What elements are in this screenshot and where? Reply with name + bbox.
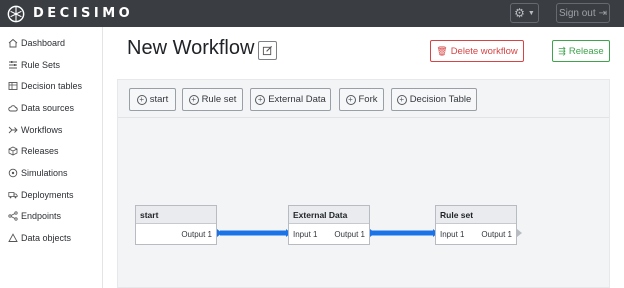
release-label: Release: [568, 45, 604, 57]
settings-dropdown-button[interactable]: ⚙ ▼: [510, 3, 539, 23]
gear-icon: ⚙: [514, 6, 525, 20]
sidebar-item-endpoints[interactable]: Endpoints: [0, 206, 102, 228]
release-icon: ⇶: [558, 45, 566, 56]
sidebar-item-label: Data objects: [21, 233, 72, 244]
sidebar-item-label: Dashboard: [21, 37, 66, 48]
sidebar-item-data-objects[interactable]: Data objects: [0, 227, 102, 249]
node-output-label: Output 1: [481, 230, 512, 239]
sidebar-item-rule-sets[interactable]: Rule Sets: [0, 54, 102, 76]
node-output-label: Output 1: [181, 230, 212, 239]
node-ports: Output 1: [136, 224, 216, 245]
node-ports: Input 1 Output 1: [289, 224, 369, 245]
sidebar-item-data-sources[interactable]: Data sources: [0, 97, 102, 119]
top-navbar: DECISIMO ⚙ ▼ Sign out ⇥: [0, 0, 624, 27]
plus-circle-icon: +: [188, 94, 199, 105]
sidebar-item-label: Releases: [21, 146, 59, 157]
edit-icon: [262, 45, 273, 56]
triangle-icon: [7, 233, 18, 244]
sidebar-item-workflows[interactable]: Workflows: [0, 119, 102, 141]
add-start-label: start: [149, 94, 169, 105]
sidebar-item-dashboard[interactable]: Dashboard: [0, 32, 102, 54]
add-external-data-button[interactable]: + External Data: [250, 88, 331, 111]
node-title: start: [136, 206, 216, 224]
sidebar-item-deployments[interactable]: Deployments: [0, 184, 102, 206]
decisimo-logo-icon: [7, 5, 25, 22]
add-rule-set-button[interactable]: + Rule set: [182, 88, 243, 111]
sidebar-item-label: Rule Sets: [21, 59, 61, 70]
delete-workflow-label: Delete workflow: [450, 45, 518, 57]
release-button[interactable]: ⇶ Release: [552, 40, 610, 62]
node-title: External Data: [289, 206, 369, 224]
add-fork-label: Fork: [358, 94, 378, 105]
trash-icon: 🗑: [436, 45, 448, 56]
sidebar-item-label: Endpoints: [21, 211, 62, 222]
ruleset-icon: [7, 59, 18, 70]
workflow-node-external-data[interactable]: External Data Input 1 Output 1: [288, 205, 370, 245]
sidebar: Dashboard Rule Sets Decision tables Data…: [0, 27, 103, 288]
sidebar-item-label: Data sources: [21, 102, 75, 113]
sidebar-item-releases[interactable]: Releases: [0, 140, 102, 162]
flow-canvas[interactable]: [118, 119, 609, 288]
node-input-label: Input 1: [440, 230, 465, 239]
node-input-label: Input 1: [293, 230, 318, 239]
workflow-editor: + start + Rule set + External Data + For…: [117, 79, 610, 288]
node-toolbar: + start + Rule set + External Data + For…: [118, 80, 609, 118]
add-fork-button[interactable]: + Fork: [339, 88, 384, 111]
workflow-node-rule-set[interactable]: Rule set Input 1 Output 1: [435, 205, 517, 245]
brand[interactable]: DECISIMO: [7, 4, 133, 23]
sign-out-label: Sign out: [558, 7, 596, 19]
workflow-icon: [7, 124, 18, 135]
plus-circle-icon: +: [396, 94, 407, 105]
plus-circle-icon: +: [255, 94, 266, 105]
node-output-label: Output 1: [334, 230, 365, 239]
cloud-icon: [7, 102, 18, 113]
sign-out-icon: ⇥: [598, 7, 608, 19]
box-icon: [7, 146, 18, 157]
sidebar-item-label: Decision tables: [21, 81, 83, 92]
add-decision-table-button[interactable]: + Decision Table: [391, 88, 477, 111]
plus-circle-icon: +: [136, 94, 147, 105]
caret-down-icon: ▼: [527, 9, 535, 17]
plus-circle-icon: +: [345, 94, 356, 105]
workflow-node-start[interactable]: start Output 1: [135, 205, 217, 245]
node-title: Rule set: [436, 206, 516, 224]
table-icon: [7, 81, 18, 92]
add-decision-table-label: Decision Table: [409, 94, 472, 105]
add-start-button[interactable]: + start: [129, 88, 176, 111]
delete-workflow-button[interactable]: 🗑 Delete workflow: [430, 40, 524, 62]
home-icon: [7, 37, 18, 48]
sidebar-item-simulations[interactable]: Simulations: [0, 162, 102, 184]
brand-name: DECISIMO: [33, 6, 134, 21]
sidebar-item-label: Simulations: [21, 167, 68, 178]
sidebar-item-label: Deployments: [21, 189, 74, 200]
simulation-icon: [7, 167, 18, 178]
sign-out-button[interactable]: Sign out ⇥: [556, 3, 610, 23]
sidebar-item-decision-tables[interactable]: Decision tables: [0, 75, 102, 97]
truck-icon: [7, 189, 18, 200]
sidebar-item-label: Workflows: [21, 124, 63, 135]
page-title: New Workflow: [127, 37, 255, 59]
edit-title-button[interactable]: [258, 41, 277, 60]
share-icon: [7, 211, 18, 222]
add-external-data-label: External Data: [268, 94, 326, 105]
add-rule-set-label: Rule set: [201, 94, 237, 105]
node-ports: Input 1 Output 1: [436, 224, 516, 245]
